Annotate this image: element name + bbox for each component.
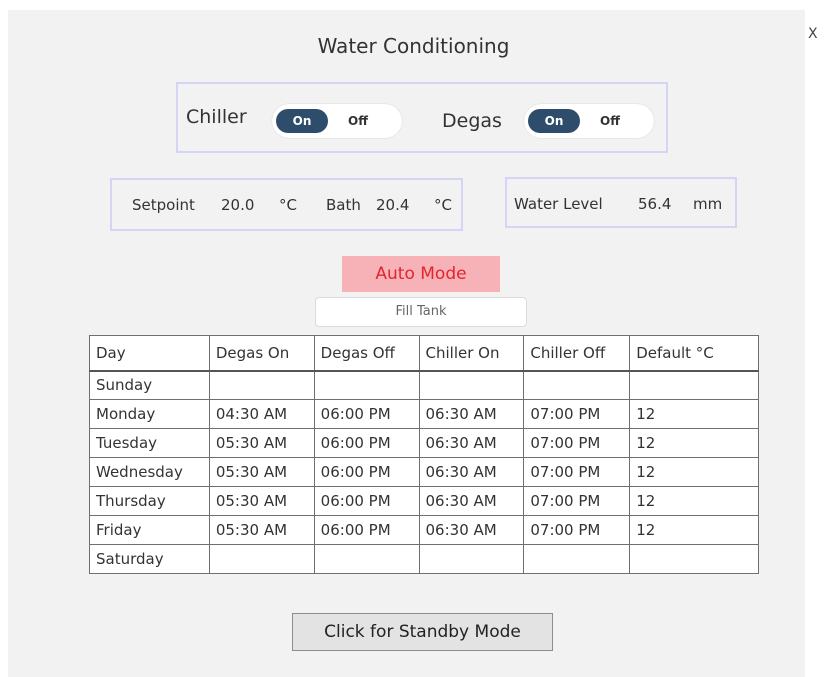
column-header: Day	[89, 335, 210, 372]
chiller-off-cell[interactable]: 07:00 PM	[523, 428, 631, 458]
default-temp-cell[interactable]: 12	[629, 515, 759, 545]
chiller-off-cell[interactable]	[523, 544, 631, 574]
setpoint-label: Setpoint	[132, 196, 195, 214]
default-temp-cell[interactable]: 12	[629, 428, 759, 458]
table-header-row: Day Degas On Degas Off Chiller On Chille…	[89, 335, 759, 372]
degas-off-cell[interactable]	[313, 544, 420, 574]
chiller-toggle[interactable]: On Off	[272, 104, 402, 138]
degas-label: Degas	[442, 110, 502, 132]
chiller-on-cell[interactable]: 06:30 AM	[418, 399, 525, 429]
column-header: Chiller On	[418, 335, 525, 372]
auto-mode-indicator[interactable]: Auto Mode	[342, 256, 500, 292]
chiller-off-option[interactable]: Off	[348, 104, 368, 138]
fill-tank-button[interactable]: Fill Tank	[315, 297, 527, 327]
chiller-on-cell[interactable]: 06:30 AM	[418, 486, 525, 516]
bath-value: 20.4	[376, 196, 410, 214]
degas-on-cell[interactable]	[208, 544, 315, 574]
degas-on-cell[interactable]: 05:30 AM	[208, 428, 315, 458]
chiller-off-cell[interactable]: 07:00 PM	[523, 486, 631, 516]
degas-on-option[interactable]: On	[528, 109, 580, 133]
degas-off-cell[interactable]	[313, 370, 420, 400]
default-temp-cell[interactable]: 12	[629, 486, 759, 516]
degas-on-cell[interactable]: 04:30 AM	[208, 399, 315, 429]
chiller-off-cell[interactable]	[523, 370, 631, 400]
chiller-on-cell[interactable]: 06:30 AM	[418, 457, 525, 487]
day-cell[interactable]: Thursday	[89, 486, 210, 516]
table-row: Wednesday 05:30 AM 06:00 PM 06:30 AM 07:…	[89, 457, 759, 487]
degas-on-cell[interactable]: 05:30 AM	[208, 457, 315, 487]
chiller-label: Chiller	[186, 106, 247, 128]
table-row: Monday 04:30 AM 06:00 PM 06:30 AM 07:00 …	[89, 399, 759, 429]
chiller-off-cell[interactable]: 07:00 PM	[523, 457, 631, 487]
water-level-label: Water Level	[514, 195, 603, 213]
table-row: Tuesday 05:30 AM 06:00 PM 06:30 AM 07:00…	[89, 428, 759, 458]
column-header: Degas Off	[313, 335, 420, 372]
chiller-off-cell[interactable]: 07:00 PM	[523, 399, 631, 429]
degas-on-cell[interactable]: 05:30 AM	[208, 486, 315, 516]
day-cell[interactable]: Monday	[89, 399, 210, 429]
standby-mode-button[interactable]: Click for Standby Mode	[292, 613, 553, 651]
column-header: Degas On	[208, 335, 315, 372]
setpoint-unit: °C	[279, 196, 297, 214]
default-temp-cell[interactable]: 12	[629, 457, 759, 487]
day-cell[interactable]: Friday	[89, 515, 210, 545]
table-row: Sunday	[89, 370, 759, 400]
chiller-on-cell[interactable]	[418, 544, 525, 574]
degas-off-cell[interactable]: 06:00 PM	[313, 457, 420, 487]
schedule-table: Day Degas On Degas Off Chiller On Chille…	[89, 335, 759, 574]
chiller-on-option[interactable]: On	[276, 109, 328, 133]
degas-on-cell[interactable]	[208, 370, 315, 400]
water-level-value: 56.4	[638, 195, 672, 213]
day-cell[interactable]: Tuesday	[89, 428, 210, 458]
bath-label: Bath	[326, 196, 361, 214]
water-level-panel: Water Level 56.4 mm	[505, 177, 737, 228]
table-row: Friday 05:30 AM 06:00 PM 06:30 AM 07:00 …	[89, 515, 759, 545]
setpoint-value: 20.0	[221, 196, 255, 214]
degas-off-cell[interactable]: 06:00 PM	[313, 515, 420, 545]
default-temp-cell[interactable]	[629, 544, 759, 574]
degas-off-cell[interactable]: 06:00 PM	[313, 428, 420, 458]
column-header: Default °C	[629, 335, 759, 372]
toggle-panel: Chiller On Off Degas On Off	[176, 82, 668, 153]
degas-toggle[interactable]: On Off	[524, 104, 654, 138]
table-row: Saturday	[89, 544, 759, 574]
water-level-unit: mm	[693, 195, 723, 213]
column-header: Chiller Off	[523, 335, 631, 372]
day-cell[interactable]: Wednesday	[89, 457, 210, 487]
degas-on-cell[interactable]: 05:30 AM	[208, 515, 315, 545]
day-cell[interactable]: Sunday	[89, 370, 210, 400]
table-row: Thursday 05:30 AM 06:00 PM 06:30 AM 07:0…	[89, 486, 759, 516]
degas-off-option[interactable]: Off	[600, 104, 620, 138]
default-temp-cell[interactable]: 12	[629, 399, 759, 429]
temperature-panel: Setpoint 20.0 °C Bath 20.4 °C	[110, 178, 463, 231]
degas-off-cell[interactable]: 06:00 PM	[313, 486, 420, 516]
chiller-off-cell[interactable]: 07:00 PM	[523, 515, 631, 545]
chiller-on-cell[interactable]	[418, 370, 525, 400]
default-temp-cell[interactable]	[629, 370, 759, 400]
dialog-title: Water Conditioning	[317, 34, 510, 58]
chiller-on-cell[interactable]: 06:30 AM	[418, 515, 525, 545]
bath-unit: °C	[434, 196, 452, 214]
degas-off-cell[interactable]: 06:00 PM	[313, 399, 420, 429]
chiller-on-cell[interactable]: 06:30 AM	[418, 428, 525, 458]
day-cell[interactable]: Saturday	[89, 544, 210, 574]
